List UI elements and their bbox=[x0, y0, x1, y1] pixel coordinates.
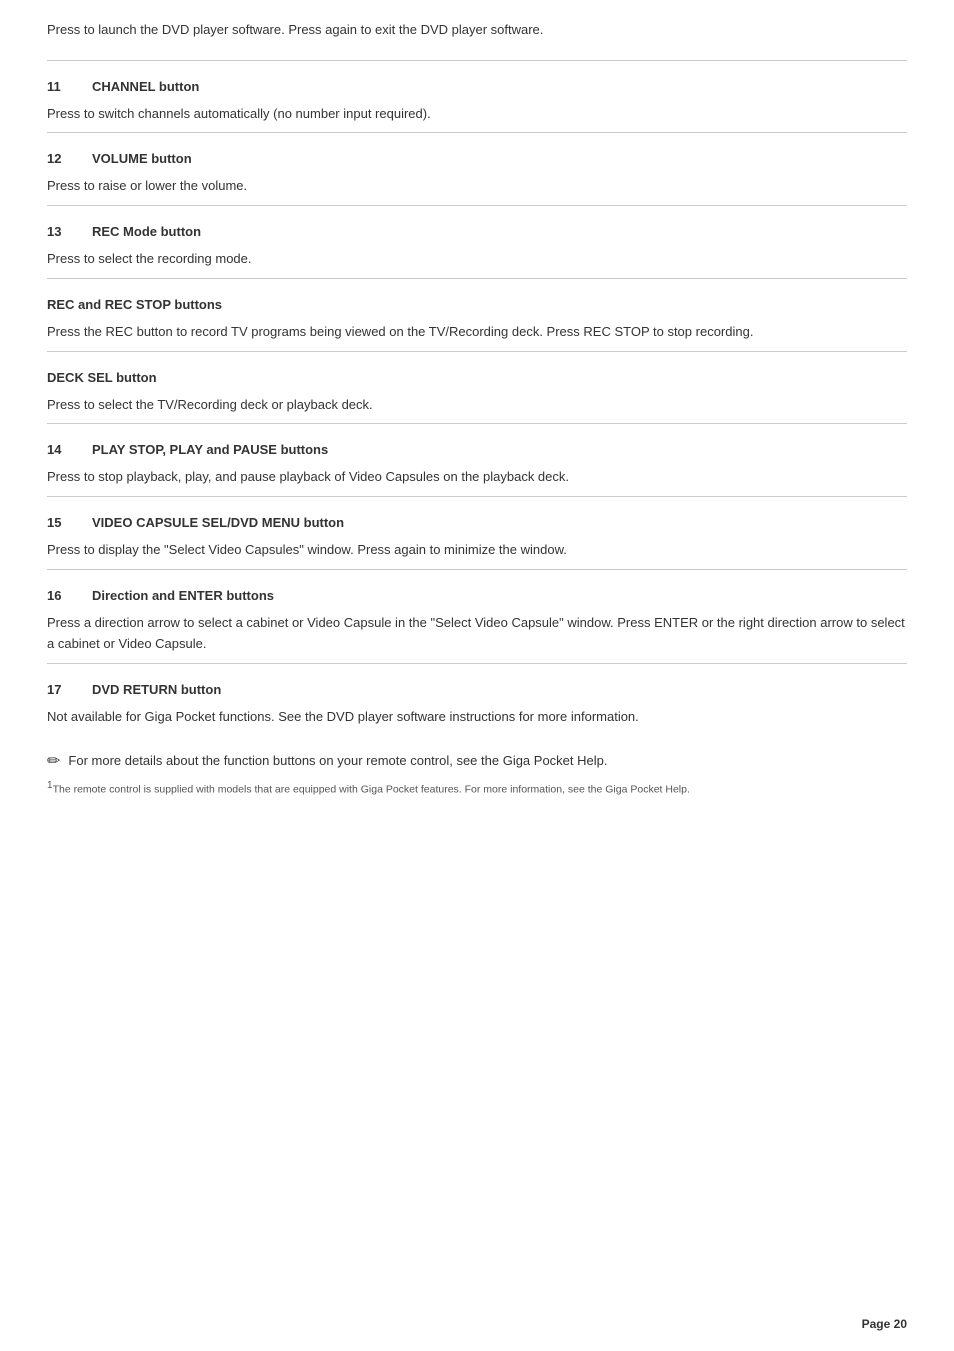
section-rec-rec-stop: REC and REC STOP buttons Press the REC b… bbox=[47, 297, 907, 343]
section-11-number: 11 bbox=[47, 79, 92, 94]
section-deck-sel: DECK SEL button Press to select the TV/R… bbox=[47, 370, 907, 416]
section-16-body: Press a direction arrow to select a cabi… bbox=[47, 613, 907, 655]
section-14-body: Press to stop playback, play, and pause … bbox=[47, 467, 907, 488]
divider-deck-sel bbox=[47, 351, 907, 352]
section-17: 17 DVD RETURN button Not available for G… bbox=[47, 682, 907, 728]
note-block: ✏ For more details about the function bu… bbox=[47, 751, 907, 771]
section-12: 12 VOLUME button Press to raise or lower… bbox=[47, 151, 907, 197]
divider-15 bbox=[47, 496, 907, 497]
section-16-header: 16 Direction and ENTER buttons bbox=[47, 588, 907, 603]
section-11: 11 CHANNEL button Press to switch channe… bbox=[47, 79, 907, 125]
section-12-body: Press to raise or lower the volume. bbox=[47, 176, 907, 197]
section-11-header: 11 CHANNEL button bbox=[47, 79, 907, 94]
section-13-number: 13 bbox=[47, 224, 92, 239]
section-15: 15 VIDEO CAPSULE SEL/DVD MENU button Pre… bbox=[47, 515, 907, 561]
footnote-text: The remote control is supplied with mode… bbox=[53, 784, 690, 796]
divider-12 bbox=[47, 132, 907, 133]
divider-16 bbox=[47, 569, 907, 570]
section-13: 13 REC Mode button Press to select the r… bbox=[47, 224, 907, 270]
divider-rec bbox=[47, 278, 907, 279]
section-deck-sel-title: DECK SEL button bbox=[47, 370, 907, 385]
note-text: For more details about the function butt… bbox=[68, 751, 607, 771]
page-number: Page 20 bbox=[862, 1317, 907, 1331]
note-icon: ✏ bbox=[47, 751, 60, 771]
section-17-body: Not available for Giga Pocket functions.… bbox=[47, 707, 907, 728]
section-rec-rec-stop-title: REC and REC STOP buttons bbox=[47, 297, 907, 312]
divider-14 bbox=[47, 423, 907, 424]
section-14-title: PLAY STOP, PLAY and PAUSE buttons bbox=[92, 442, 328, 457]
section-16-number: 16 bbox=[47, 588, 92, 603]
footnote: 1The remote control is supplied with mod… bbox=[47, 779, 907, 797]
section-14-number: 14 bbox=[47, 442, 92, 457]
section-15-header: 15 VIDEO CAPSULE SEL/DVD MENU button bbox=[47, 515, 907, 530]
section-11-title: CHANNEL button bbox=[92, 79, 199, 94]
section-15-body: Press to display the "Select Video Capsu… bbox=[47, 540, 907, 561]
section-rec-rec-stop-body: Press the REC button to record TV progra… bbox=[47, 322, 907, 343]
section-15-title: VIDEO CAPSULE SEL/DVD MENU button bbox=[92, 515, 344, 530]
divider-17 bbox=[47, 663, 907, 664]
section-17-header: 17 DVD RETURN button bbox=[47, 682, 907, 697]
section-16: 16 Direction and ENTER buttons Press a d… bbox=[47, 588, 907, 655]
section-12-header: 12 VOLUME button bbox=[47, 151, 907, 166]
section-13-title: REC Mode button bbox=[92, 224, 201, 239]
section-15-number: 15 bbox=[47, 515, 92, 530]
section-16-title: Direction and ENTER buttons bbox=[92, 588, 274, 603]
intro-text: Press to launch the DVD player software.… bbox=[47, 20, 907, 40]
divider-13 bbox=[47, 205, 907, 206]
section-13-body: Press to select the recording mode. bbox=[47, 249, 907, 270]
section-17-number: 17 bbox=[47, 682, 92, 697]
section-deck-sel-body: Press to select the TV/Recording deck or… bbox=[47, 395, 907, 416]
section-14: 14 PLAY STOP, PLAY and PAUSE buttons Pre… bbox=[47, 442, 907, 488]
section-13-header: 13 REC Mode button bbox=[47, 224, 907, 239]
section-14-header: 14 PLAY STOP, PLAY and PAUSE buttons bbox=[47, 442, 907, 457]
section-12-title: VOLUME button bbox=[92, 151, 192, 166]
section-11-body: Press to switch channels automatically (… bbox=[47, 104, 907, 125]
divider-11 bbox=[47, 60, 907, 61]
section-12-number: 12 bbox=[47, 151, 92, 166]
section-17-title: DVD RETURN button bbox=[92, 682, 221, 697]
